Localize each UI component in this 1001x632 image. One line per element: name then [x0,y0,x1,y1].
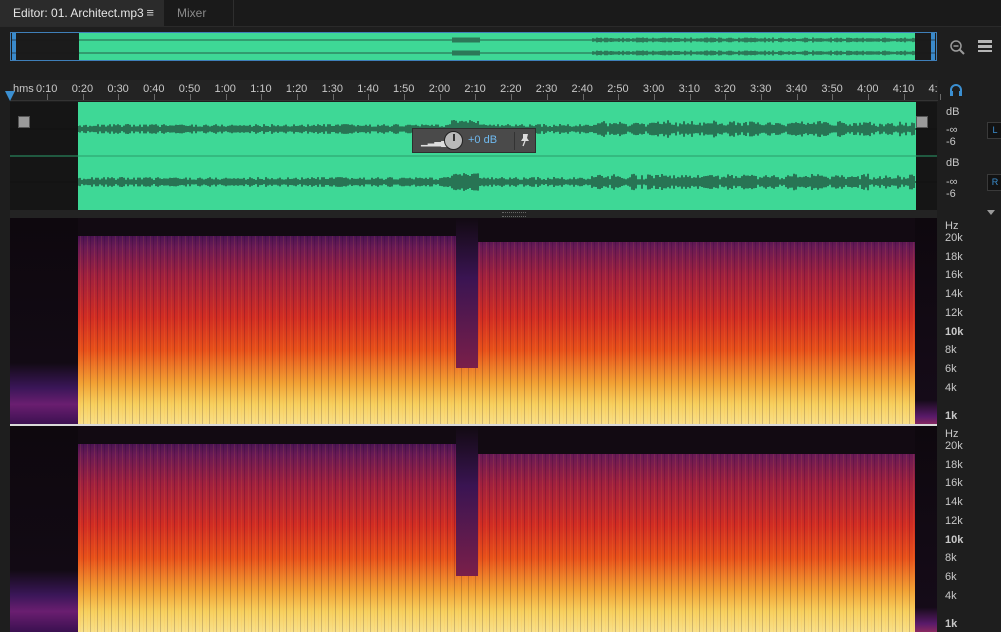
ruler-tick [511,94,513,100]
scale-menu-icon[interactable] [987,210,995,215]
tab-bar: Editor: 01. Architect.mp3 ≡ Mixer [0,0,1001,27]
panel-toggle-icon[interactable] [975,38,995,58]
playhead-marker[interactable] [5,91,15,101]
ruler-tick [796,94,798,100]
ruler-unit: hms [13,83,34,95]
db-inf-left: -∞ [946,124,958,136]
zoom-out-icon[interactable] [947,38,967,58]
frequency-label: 1k [945,410,958,422]
ruler-tick [618,94,620,100]
frequency-label: 10k [945,326,964,338]
frequency-label: 14k [945,288,963,300]
waveform-display[interactable] [10,102,937,210]
frequency-scale-left: Hz 20k 18k 16k 14k 12k 10k 8k 6k 4k 1k [938,218,1001,425]
ruler-tick [189,94,191,100]
spectral-lead-right [10,426,78,632]
hz-unit: Hz [945,428,959,440]
time-ruler[interactable]: hms 0:10 0:20 0:30 0:40 0:50 1:00 1:10 1:20 1:30… [10,80,941,101]
ruler-tick [404,94,405,100]
headphones-icon[interactable] [946,82,966,102]
ruler-tick [582,94,584,100]
frequency-label: 16k [945,269,963,281]
spectral-display-right[interactable] [10,426,937,632]
fade-in-handle[interactable] [18,116,30,128]
ruler-tick [439,94,441,100]
frequency-label: 8k [945,344,957,356]
db-minus6-right: -6 [946,188,956,200]
frequency-label: 6k [945,571,957,583]
frequency-label: 12k [945,307,963,319]
tab-mixer[interactable]: Mixer [164,0,234,26]
ruler-tick [546,94,548,100]
ruler-tick [47,94,48,100]
amplitude-scale: dB -∞ -6 dB -∞ -6 L R [938,102,1001,210]
frequency-label: 10k [945,534,964,546]
spectral-cutoff-right-a [78,426,468,444]
ruler-tick [903,94,905,100]
panel-menu-icon[interactable]: ≡ [146,0,154,26]
spectral-gap-left [456,218,478,368]
ruler-tick [332,94,334,100]
pin-icon[interactable] [519,133,531,150]
ruler-tick [761,94,762,100]
ruler-tick [939,94,941,100]
channel-right-toggle[interactable]: R [987,174,1001,191]
editor-tab-label: Editor: 01. Architect.mp3 [13,6,144,20]
db-unit-left: dB [946,106,960,118]
frequency-label: 18k [945,459,963,471]
spectral-cutoff-right-b [468,426,916,454]
ruler-tick [225,94,227,100]
ruler-tick [689,94,691,100]
spectral-cutoff-left-b [468,218,916,242]
fade-out-handle[interactable] [916,116,928,128]
spectral-cutoff-left-a [78,218,468,236]
frequency-label: 16k [945,477,963,489]
frequency-label: 20k [945,232,963,244]
frequency-scale-right: Hz 20k 18k 16k 14k 12k 10k 8k 6k 4k 1k [938,426,1001,632]
ruler-tick [725,94,727,100]
hud-separator [514,132,515,150]
ruler-tick [832,94,834,100]
frequency-label: 6k [945,363,957,375]
overview-waveform [11,37,936,56]
amplitude-value: +0 dB [468,134,498,146]
frequency-label: 4k [945,382,957,394]
ruler-tick [368,94,370,100]
spectral-display-left[interactable] [10,218,937,425]
waveform-channel [10,173,937,191]
ruler-tick [118,94,120,100]
spectral-gap-right [456,426,478,576]
db-unit-right: dB [946,157,960,169]
frequency-label: 4k [945,590,957,602]
frequency-label: 20k [945,440,963,452]
ruler-tick [261,94,263,100]
ruler-tick [154,94,156,100]
frequency-label: 18k [945,251,963,263]
db-minus6-left: -6 [946,136,956,148]
waveform-spectral-splitter[interactable] [10,210,937,218]
overview-wave-path [11,37,936,56]
db-inf-right: -∞ [946,176,958,188]
frequency-label: 8k [945,552,957,564]
amplitude-hud[interactable]: ▁▂▃▄▅ +0 dB [412,128,536,153]
frequency-label: 12k [945,515,963,527]
channel-left-toggle[interactable]: L [987,122,1001,139]
overview-navigator[interactable] [10,32,937,61]
ruler-tick [868,94,870,100]
ruler-label: 4: [928,83,938,95]
ruler-tick [653,94,655,100]
ruler-tick [82,94,84,100]
frequency-label: 14k [945,496,963,508]
frequency-label: 1k [945,618,958,630]
amplitude-knob[interactable] [444,131,463,150]
ruler-tick [475,94,477,100]
ruler-tick [296,94,298,100]
spectral-lead-left [10,218,78,425]
spectral-tail-left [915,218,937,425]
spectral-tail-right [915,426,937,632]
tab-editor[interactable]: Editor: 01. Architect.mp3 ≡ [0,0,164,26]
hz-unit: Hz [945,220,959,232]
waveform-svg [10,102,937,210]
